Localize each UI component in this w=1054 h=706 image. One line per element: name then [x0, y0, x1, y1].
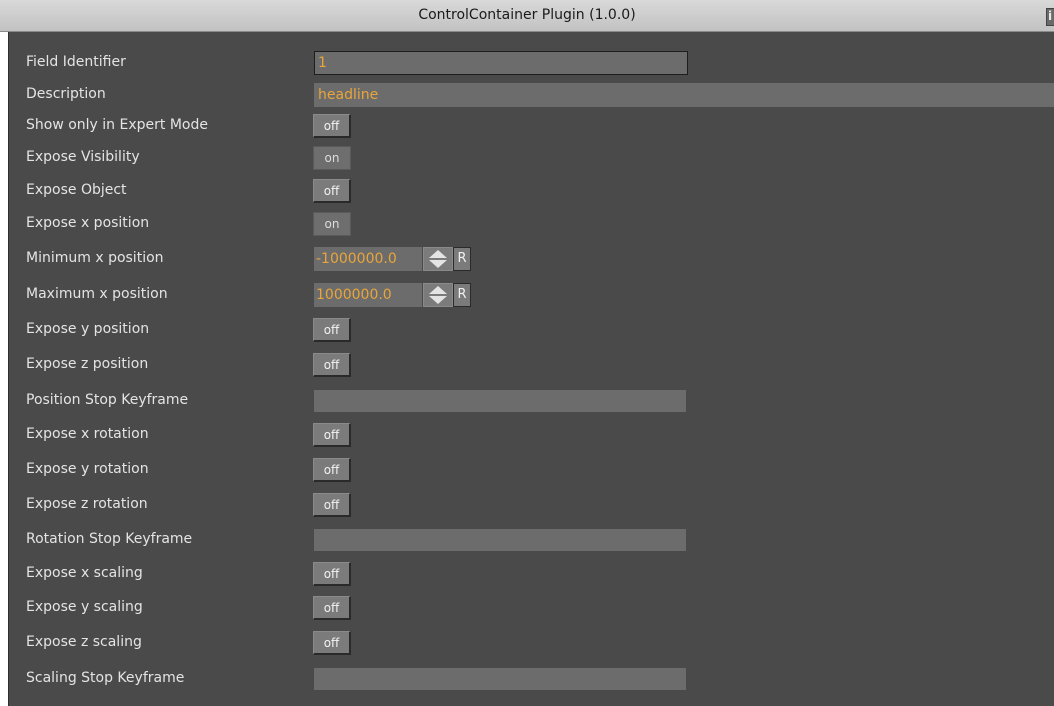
row-show-expert-mode: Show only in Expert Mode off — [9, 112, 1054, 142]
properties-panel: Field Identifier 1 Description headline … — [8, 32, 1054, 706]
position-stop-keyframe-label: Position Stop Keyframe — [26, 392, 189, 408]
expose-y-rotation-label: Expose y rotation — [26, 461, 149, 477]
expose-visibility-toggle[interactable]: on — [313, 146, 351, 170]
minimum-x-position-input[interactable]: -1000000.0 — [314, 247, 422, 271]
expose-x-scaling-label: Expose x scaling — [26, 565, 143, 581]
row-expose-visibility: Expose Visibility on — [9, 144, 1054, 174]
expose-z-rotation-label: Expose z rotation — [26, 496, 148, 512]
minimum-x-position-reset-button[interactable]: R — [453, 247, 471, 271]
scaling-stop-keyframe-input[interactable] — [314, 668, 686, 690]
expose-y-position-toggle[interactable]: off — [313, 318, 351, 342]
show-expert-mode-toggle[interactable]: off — [313, 114, 351, 138]
expose-z-rotation-toggle[interactable]: off — [313, 493, 351, 517]
minimum-x-position-label: Minimum x position — [26, 250, 164, 266]
expose-z-scaling-toggle[interactable]: off — [313, 631, 351, 655]
minimum-x-position-spinner[interactable] — [423, 247, 453, 271]
info-button[interactable]: i — [1046, 8, 1054, 26]
expose-x-rotation-label: Expose x rotation — [26, 426, 149, 442]
expose-y-scaling-toggle[interactable]: off — [313, 596, 351, 620]
maximum-x-position-input[interactable]: 1000000.0 — [314, 283, 422, 307]
row-expose-z-rotation: Expose z rotation off — [9, 491, 1054, 521]
row-scaling-stop-keyframe: Scaling Stop Keyframe — [9, 665, 1054, 695]
row-position-stop-keyframe: Position Stop Keyframe — [9, 387, 1054, 417]
maximum-x-position-spinner[interactable] — [423, 283, 453, 307]
row-description: Description headline — [9, 81, 1054, 111]
expose-y-rotation-toggle[interactable]: off — [313, 458, 351, 482]
row-expose-y-rotation: Expose y rotation off — [9, 456, 1054, 486]
expose-object-toggle[interactable]: off — [313, 179, 351, 203]
row-expose-y-position: Expose y position off — [9, 316, 1054, 346]
info-icon: i — [1048, 9, 1053, 23]
row-expose-z-position: Expose z position off — [9, 351, 1054, 381]
show-expert-mode-label: Show only in Expert Mode — [26, 117, 208, 133]
description-input[interactable]: headline — [314, 83, 1054, 107]
expose-visibility-label: Expose Visibility — [26, 149, 140, 165]
maximum-x-position-label: Maximum x position — [26, 286, 168, 302]
row-expose-y-scaling: Expose y scaling off — [9, 594, 1054, 624]
field-identifier-input[interactable]: 1 — [314, 51, 688, 75]
rotation-stop-keyframe-label: Rotation Stop Keyframe — [26, 531, 193, 547]
expose-z-position-label: Expose z position — [26, 356, 149, 372]
position-stop-keyframe-input[interactable] — [314, 390, 686, 412]
arrow-down-icon[interactable] — [429, 260, 447, 268]
arrow-up-icon[interactable] — [429, 286, 447, 294]
row-expose-object: Expose Object off — [9, 177, 1054, 207]
expose-z-scaling-label: Expose z scaling — [26, 634, 142, 650]
expose-z-position-toggle[interactable]: off — [313, 353, 351, 377]
arrow-down-icon[interactable] — [429, 296, 447, 304]
field-identifier-label: Field Identifier — [26, 54, 126, 70]
expose-x-position-toggle[interactable]: on — [313, 212, 351, 236]
arrow-up-icon[interactable] — [429, 250, 447, 258]
scaling-stop-keyframe-label: Scaling Stop Keyframe — [26, 670, 185, 686]
expose-object-label: Expose Object — [26, 182, 127, 198]
plugin-window: ControlContainer Plugin (1.0.0) i Field … — [0, 0, 1054, 706]
row-maximum-x-position: Maximum x position 1000000.0 R — [9, 281, 1054, 311]
expose-y-scaling-label: Expose y scaling — [26, 599, 143, 615]
expose-x-rotation-toggle[interactable]: off — [313, 423, 351, 447]
row-field-identifier: Field Identifier 1 — [9, 49, 1054, 79]
row-expose-x-position: Expose x position on — [9, 210, 1054, 240]
window-title: ControlContainer Plugin (1.0.0) — [418, 7, 636, 23]
row-expose-x-rotation: Expose x rotation off — [9, 421, 1054, 451]
expose-y-position-label: Expose y position — [26, 321, 150, 337]
maximum-x-position-reset-button[interactable]: R — [453, 283, 471, 307]
description-label: Description — [26, 86, 106, 102]
row-minimum-x-position: Minimum x position -1000000.0 R — [9, 245, 1054, 275]
rotation-stop-keyframe-input[interactable] — [314, 529, 686, 551]
title-bar: ControlContainer Plugin (1.0.0) i — [0, 0, 1054, 32]
row-expose-x-scaling: Expose x scaling off — [9, 560, 1054, 590]
expose-x-scaling-toggle[interactable]: off — [313, 562, 351, 586]
row-expose-z-scaling: Expose z scaling off — [9, 629, 1054, 659]
row-rotation-stop-keyframe: Rotation Stop Keyframe — [9, 526, 1054, 556]
expose-x-position-label: Expose x position — [26, 215, 150, 231]
